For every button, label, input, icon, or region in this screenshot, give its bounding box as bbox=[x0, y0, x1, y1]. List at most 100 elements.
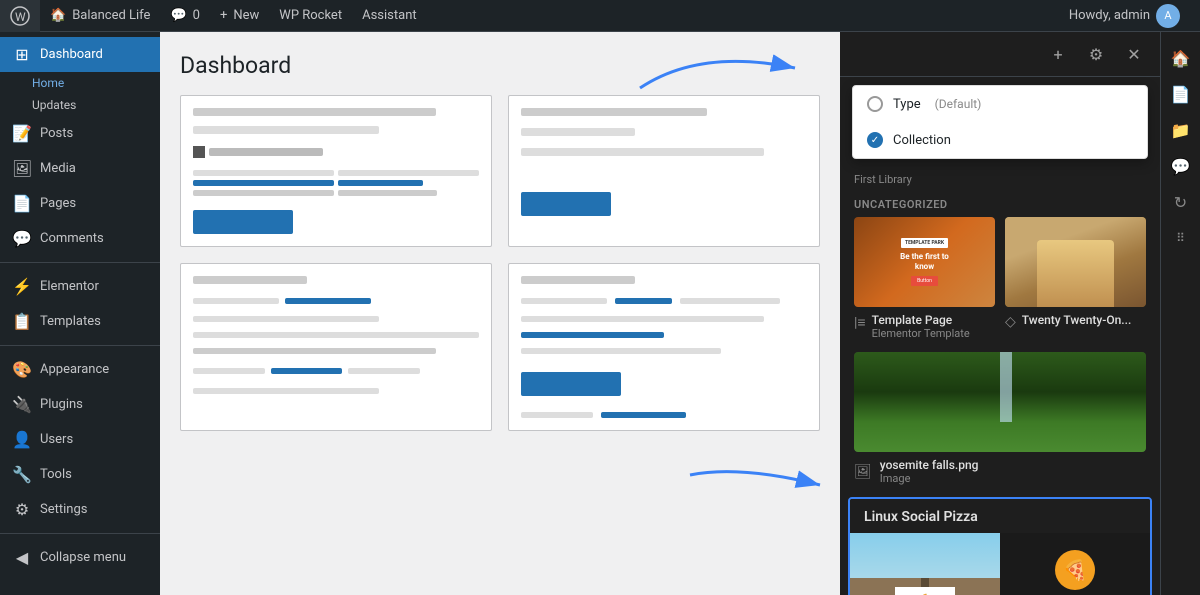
posts-icon: 📝 bbox=[12, 124, 32, 143]
sidebar-item-home[interactable]: Home bbox=[32, 72, 160, 94]
sidebar-label-settings: Settings bbox=[40, 502, 87, 517]
wprocket-item[interactable]: WP Rocket bbox=[269, 0, 352, 32]
assistant-item[interactable]: Assistant bbox=[352, 0, 427, 32]
collection-label: Collection bbox=[893, 133, 951, 148]
wp-logo-item[interactable]: W bbox=[0, 0, 40, 32]
sidebar: ⊞ Dashboard Home Updates 📝 Posts 🖼 Media… bbox=[0, 32, 160, 595]
dashboard-widget-2 bbox=[508, 95, 820, 247]
pizza-circle: 🍕 bbox=[1055, 550, 1095, 590]
sidebar-item-posts[interactable]: 📝 Posts bbox=[0, 116, 160, 151]
widget-placeholder-4 bbox=[521, 276, 807, 418]
settings-button[interactable]: ⚙ bbox=[1082, 40, 1110, 68]
right-icon-sidebar: 🏠 📄 📁 💬 ↻ ⠿ bbox=[1160, 32, 1200, 595]
right-refresh-icon[interactable]: ↻ bbox=[1165, 186, 1197, 218]
sidebar-label-tools: Tools bbox=[40, 467, 72, 482]
plugins-icon: 🔌 bbox=[12, 395, 32, 414]
pizza-card-1[interactable]: 🍕 bbox=[850, 533, 1000, 595]
card-1-name: Template Page bbox=[872, 313, 970, 327]
pizza-header: Linux Social Pizza bbox=[850, 499, 1150, 533]
card-1-info: |≡ Template Page Elementor Template bbox=[854, 313, 995, 340]
sidebar-divider-3 bbox=[0, 533, 160, 534]
dashboard-widget-3 bbox=[180, 263, 492, 431]
admin-bar: W 🏠 Balanced Life 💬 0 + New WP Rocket As… bbox=[0, 0, 1200, 32]
right-home-icon[interactable]: 🏠 bbox=[1165, 42, 1197, 74]
type-label: Type bbox=[893, 97, 921, 112]
widget-placeholder-1 bbox=[193, 108, 479, 234]
sidebar-item-dashboard[interactable]: ⊞ Dashboard bbox=[0, 37, 160, 72]
template-card-thumb-1: TEMPLATE PARK Be the first toknow Button bbox=[854, 217, 995, 307]
sidebar-item-collapse[interactable]: ◀ Collapse menu bbox=[0, 540, 160, 575]
site-name: Balanced Life bbox=[72, 8, 150, 23]
panel-scrollable-content[interactable]: Type (Default) Collection First Library … bbox=[840, 77, 1160, 595]
avatar: A bbox=[1156, 4, 1180, 28]
sidebar-label-collapse: Collapse menu bbox=[40, 550, 126, 565]
sidebar-label-posts: Posts bbox=[40, 126, 73, 141]
sidebar-item-templates[interactable]: 📋 Templates bbox=[0, 304, 160, 339]
new-label: New bbox=[233, 8, 259, 23]
library-header-area: First Library bbox=[840, 167, 1160, 190]
sidebar-label-elementor: Elementor bbox=[40, 279, 99, 294]
sidebar-item-updates[interactable]: Updates bbox=[32, 94, 160, 116]
widget-placeholder-3 bbox=[193, 276, 479, 394]
sidebar-item-comments[interactable]: 💬 Comments bbox=[0, 221, 160, 256]
type-dropdown[interactable]: Type (Default) Collection bbox=[852, 85, 1148, 159]
card-1-sub: Elementor Template bbox=[872, 327, 970, 340]
template-card-2[interactable]: ◇ Twenty Twenty-On... bbox=[1005, 217, 1146, 340]
dropdown-type-item[interactable]: Type (Default) bbox=[853, 86, 1147, 122]
close-button[interactable]: ✕ bbox=[1120, 40, 1148, 68]
right-page-icon[interactable]: 📄 bbox=[1165, 78, 1197, 110]
pizza-dark-image: 🍕 Assistant bbox=[1000, 533, 1150, 595]
widget-placeholder-2 bbox=[521, 108, 807, 216]
image-icon: 🖼 bbox=[854, 464, 872, 480]
dropdown-collection-item[interactable]: Collection bbox=[853, 122, 1147, 158]
sidebar-item-pages[interactable]: 📄 Pages bbox=[0, 186, 160, 221]
panel-topbar-icons: + ⚙ ✕ bbox=[1044, 40, 1148, 68]
sidebar-divider-2 bbox=[0, 345, 160, 346]
type-radio[interactable] bbox=[867, 96, 883, 112]
template-park-text: Be the first toknow bbox=[900, 252, 949, 273]
pizza-thumb-2: 🍕 Assistant bbox=[1000, 533, 1150, 595]
sidebar-label-comments: Comments bbox=[40, 231, 104, 246]
right-folder-icon[interactable]: 📁 bbox=[1165, 114, 1197, 146]
wprocket-label: WP Rocket bbox=[279, 8, 342, 23]
sidebar-label-templates: Templates bbox=[40, 314, 101, 329]
howdy-text: Howdy, admin bbox=[1069, 8, 1150, 23]
person-image bbox=[1005, 217, 1146, 307]
howdy-item[interactable]: Howdy, admin A bbox=[1059, 4, 1190, 28]
template-park-image: TEMPLATE PARK Be the first toknow Button bbox=[854, 217, 995, 307]
waterfall-image bbox=[854, 352, 1146, 452]
sidebar-item-tools[interactable]: 🔧 Tools bbox=[0, 457, 160, 492]
card-2-info: ◇ Twenty Twenty-On... bbox=[1005, 313, 1146, 330]
pizza-thumb-1: 🍕 bbox=[850, 533, 1000, 595]
sidebar-label-appearance: Appearance bbox=[40, 362, 109, 377]
comment-icon: 💬 bbox=[170, 8, 186, 23]
dashboard-grid bbox=[180, 95, 820, 431]
sidebar-item-appearance[interactable]: 🎨 Appearance bbox=[0, 352, 160, 387]
svg-text:W: W bbox=[15, 10, 26, 24]
card-2-text: Twenty Twenty-On... bbox=[1022, 313, 1132, 327]
right-chat-icon[interactable]: 💬 bbox=[1165, 150, 1197, 182]
sidebar-item-settings[interactable]: ⚙ Settings bbox=[0, 492, 160, 527]
comments-item[interactable]: 💬 0 bbox=[160, 0, 210, 32]
new-item[interactable]: + New bbox=[210, 0, 269, 32]
type-default: (Default) bbox=[935, 97, 982, 111]
sidebar-item-elementor[interactable]: ⚡ Elementor bbox=[0, 269, 160, 304]
media-icon: 🖼 bbox=[12, 159, 32, 178]
sidebar-item-plugins[interactable]: 🔌 Plugins bbox=[0, 387, 160, 422]
page-title: Dashboard bbox=[180, 52, 820, 79]
pizza-card-2[interactable]: 🍕 Assistant bbox=[1000, 533, 1150, 595]
sidebar-item-media[interactable]: 🖼 Media bbox=[0, 151, 160, 186]
assistant-label: Assistant bbox=[362, 8, 417, 23]
dashboard-widget-1 bbox=[180, 95, 492, 247]
right-grid-icon[interactable]: ⠿ bbox=[1165, 222, 1197, 254]
sidebar-label-plugins: Plugins bbox=[40, 397, 83, 412]
dashboard-widget-4 bbox=[508, 263, 820, 431]
template-card-1[interactable]: TEMPLATE PARK Be the first toknow Button… bbox=[854, 217, 995, 340]
site-name-item[interactable]: 🏠 Balanced Life bbox=[40, 0, 160, 32]
image-text: yosemite falls.png Image bbox=[880, 458, 979, 485]
image-card-info: 🖼 yosemite falls.png Image bbox=[854, 458, 1146, 485]
sidebar-item-users[interactable]: 👤 Users bbox=[0, 422, 160, 457]
add-button[interactable]: + bbox=[1044, 40, 1072, 68]
image-card[interactable]: 🖼 yosemite falls.png Image bbox=[840, 352, 1160, 497]
admin-bar-right: Howdy, admin A bbox=[1059, 4, 1200, 28]
